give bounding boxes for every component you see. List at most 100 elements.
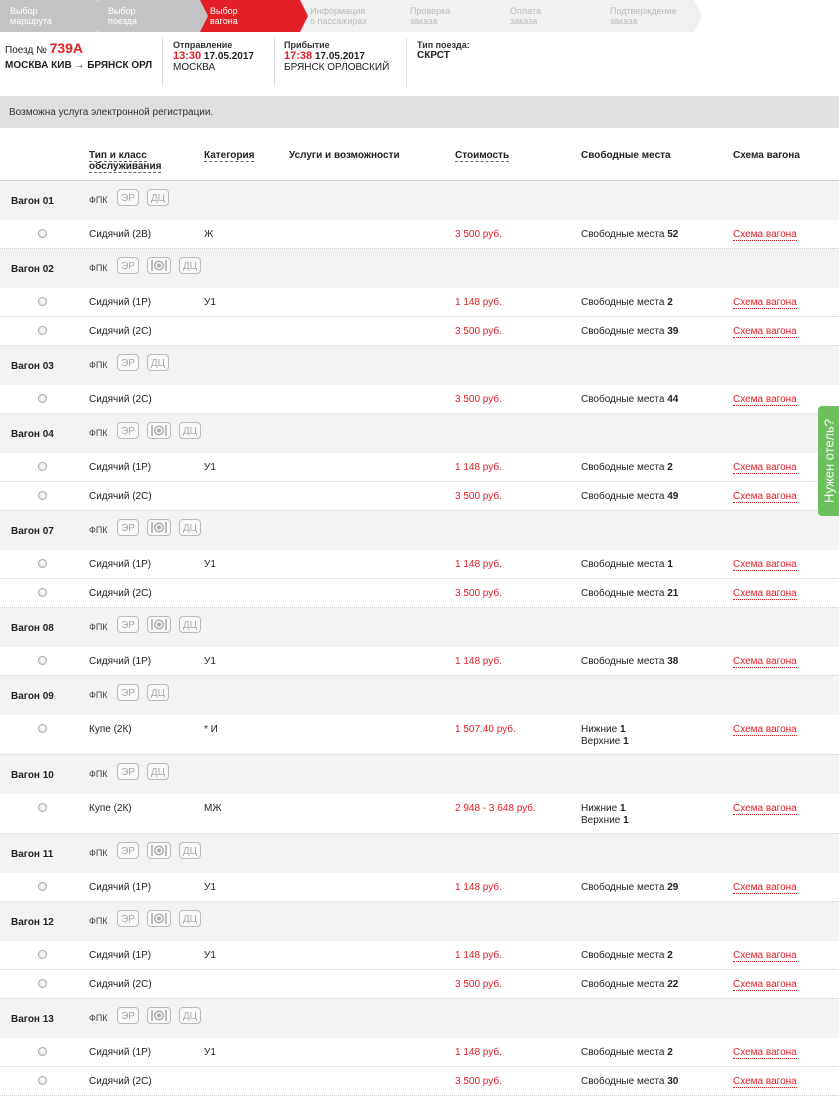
seat-option-row[interactable]: Сидячий (2С) 3 500 руб. Свободные места 49… — [0, 482, 839, 511]
service-badges: ЭР ДЦ — [117, 616, 201, 633]
seat-category: У1 — [204, 559, 216, 570]
meal-icon[interactable] — [147, 1007, 171, 1024]
wagon-scheme-link[interactable]: Схема вагона — [733, 1076, 797, 1088]
e-registration-badge[interactable]: ЭР — [117, 354, 139, 371]
seat-option-row[interactable]: Сидячий (2С) 3 500 руб. Свободные места 21… — [0, 579, 839, 608]
seat-type: Сидячий (1Р) — [89, 559, 152, 570]
wagon-scheme-link[interactable]: Схема вагона — [733, 559, 797, 571]
e-registration-badge[interactable]: ЭР — [117, 684, 139, 701]
seat-option-row[interactable]: Сидячий (1Р) У1 1 148 руб. Свободные места … — [0, 873, 839, 902]
seat-type: Сидячий (1Р) — [89, 297, 152, 308]
column-price[interactable]: Стоимость — [455, 150, 510, 162]
column-category[interactable]: Категория — [204, 150, 255, 162]
seat-radio[interactable] — [38, 297, 47, 306]
upper-seats: Верхние 1 — [581, 815, 629, 826]
meal-icon[interactable] — [147, 257, 171, 274]
meal-icon[interactable] — [147, 616, 171, 633]
e-registration-badge[interactable]: ЭР — [117, 189, 139, 206]
wagon-scheme-link[interactable]: Схема вагона — [733, 803, 797, 815]
seat-radio[interactable] — [38, 559, 47, 568]
dc-badge[interactable]: ДЦ — [179, 422, 201, 439]
wagon-scheme-link[interactable]: Схема вагона — [733, 229, 797, 241]
wagon-row: Вагон 02 ФПК ЭР ДЦ — [0, 249, 839, 288]
wagon-carrier: ФПК — [89, 195, 108, 205]
seat-radio[interactable] — [38, 491, 47, 500]
dc-badge[interactable]: ДЦ — [147, 354, 169, 371]
meal-icon[interactable] — [147, 842, 171, 859]
wagon-carrier: ФПК — [89, 263, 108, 273]
seat-radio[interactable] — [38, 803, 47, 812]
seat-radio[interactable] — [38, 724, 47, 733]
seat-radio[interactable] — [38, 394, 47, 403]
seat-option-row[interactable]: Сидячий (2С) 3 500 руб. Свободные места 44… — [0, 385, 839, 414]
seat-option-row[interactable]: Сидячий (2С) 3 500 руб. Свободные места 39… — [0, 317, 839, 346]
seat-price: 3 500 руб. — [455, 491, 502, 502]
free-seats: Свободные места 38 — [581, 656, 679, 667]
column-type[interactable]: Тип и класс обслуживания — [89, 150, 189, 173]
seat-radio[interactable] — [38, 462, 47, 471]
wagon-scheme-link[interactable]: Схема вагона — [733, 326, 797, 338]
seat-option-row[interactable]: Сидячий (1Р) У1 1 148 руб. Свободные места … — [0, 550, 839, 579]
wagon-scheme-link[interactable]: Схема вагона — [733, 297, 797, 309]
e-registration-badge[interactable]: ЭР — [117, 910, 139, 927]
e-registration-badge[interactable]: ЭР — [117, 763, 139, 780]
meal-icon[interactable] — [147, 910, 171, 927]
dc-badge[interactable]: ДЦ — [179, 519, 201, 536]
wagon-scheme-link[interactable]: Схема вагона — [733, 724, 797, 736]
seat-option-row[interactable]: Сидячий (1Р) У1 1 148 руб. Свободные места … — [0, 288, 839, 317]
e-registration-badge[interactable]: ЭР — [117, 616, 139, 633]
lower-seats: Нижние 1 — [581, 724, 626, 735]
seat-radio[interactable] — [38, 656, 47, 665]
e-registration-badge[interactable]: ЭР — [117, 1007, 139, 1024]
seat-option-row[interactable]: Купе (2К) МЖ 2 948 - 3 648 руб. Нижние 1 Вер… — [0, 794, 839, 834]
wagon-scheme-link[interactable]: Схема вагона — [733, 491, 797, 503]
seat-radio[interactable] — [38, 1076, 47, 1085]
seat-radio[interactable] — [38, 979, 47, 988]
step-route[interactable]: Выбор маршрута — [0, 0, 105, 32]
dc-badge[interactable]: ДЦ — [179, 1007, 201, 1024]
step-train[interactable]: Выбор поезда — [98, 0, 208, 32]
e-registration-badge[interactable]: ЭР — [117, 519, 139, 536]
free-seats: Свободные места 21 — [581, 588, 679, 599]
step-wagon: Выбор вагона — [200, 0, 308, 32]
wagon-scheme-link[interactable]: Схема вагона — [733, 394, 797, 406]
seat-option-row[interactable]: Купе (2К) * И 1 507.40 руб. Нижние 1 Верхние… — [0, 715, 839, 755]
dc-badge[interactable]: ДЦ — [179, 257, 201, 274]
seat-option-row[interactable]: Сидячий (2С) 3 500 руб. Свободные места 22… — [0, 970, 839, 999]
seat-option-row[interactable]: Сидячий (1Р) У1 1 148 руб. Свободные места … — [0, 1038, 839, 1067]
seat-type: Сидячий (1Р) — [89, 656, 152, 667]
seat-option-row[interactable]: Сидячий (2В) Ж 3 500 руб. Свободные места 5… — [0, 220, 839, 249]
e-registration-badge[interactable]: ЭР — [117, 257, 139, 274]
meal-icon[interactable] — [147, 422, 171, 439]
dc-badge[interactable]: ДЦ — [179, 842, 201, 859]
wagon-name: Вагон 02 — [11, 264, 54, 275]
seat-option-row[interactable]: Сидячий (1Р) У1 1 148 руб. Свободные места … — [0, 453, 839, 482]
seat-radio[interactable] — [38, 882, 47, 891]
seat-radio[interactable] — [38, 1047, 47, 1056]
dc-badge[interactable]: ДЦ — [147, 189, 169, 206]
e-registration-badge[interactable]: ЭР — [117, 842, 139, 859]
hotel-tab[interactable]: Нужен отель? — [818, 406, 839, 516]
seat-radio[interactable] — [38, 950, 47, 959]
seat-radio[interactable] — [38, 229, 47, 238]
seat-category: У1 — [204, 656, 216, 667]
seat-radio[interactable] — [38, 326, 47, 335]
wagon-scheme-link[interactable]: Схема вагона — [733, 656, 797, 668]
departure-header: Отправление — [173, 40, 233, 50]
seat-option-row[interactable]: Сидячий (1Р) У1 1 148 руб. Свободные места … — [0, 941, 839, 970]
dc-badge[interactable]: ДЦ — [147, 763, 169, 780]
dc-badge[interactable]: ДЦ — [179, 910, 201, 927]
wagon-scheme-link[interactable]: Схема вагона — [733, 979, 797, 991]
seat-option-row[interactable]: Сидячий (2С) 3 500 руб. Свободные места 30… — [0, 1067, 839, 1096]
seat-radio[interactable] — [38, 588, 47, 597]
wagon-scheme-link[interactable]: Схема вагона — [733, 950, 797, 962]
wagon-scheme-link[interactable]: Схема вагона — [733, 1047, 797, 1059]
seat-option-row[interactable]: Сидячий (1Р) У1 1 148 руб. Свободные места … — [0, 647, 839, 676]
e-registration-badge[interactable]: ЭР — [117, 422, 139, 439]
dc-badge[interactable]: ДЦ — [147, 684, 169, 701]
wagon-scheme-link[interactable]: Схема вагона — [733, 462, 797, 474]
meal-icon[interactable] — [147, 519, 171, 536]
wagon-scheme-link[interactable]: Схема вагона — [733, 588, 797, 600]
dc-badge[interactable]: ДЦ — [179, 616, 201, 633]
wagon-scheme-link[interactable]: Схема вагона — [733, 882, 797, 894]
